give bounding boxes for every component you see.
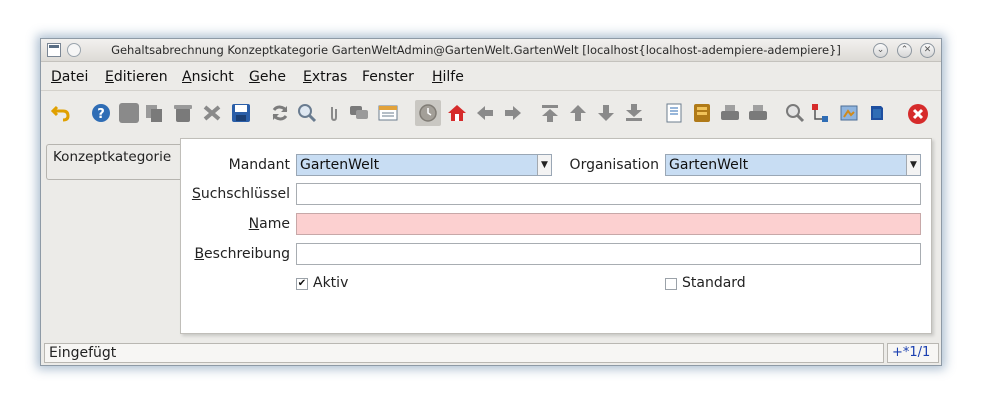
attachment-icon[interactable] bbox=[324, 103, 344, 123]
home-icon[interactable] bbox=[447, 103, 467, 123]
pin-icon[interactable] bbox=[67, 43, 81, 57]
previous-tab-icon[interactable] bbox=[475, 103, 495, 123]
beschreibung-field[interactable] bbox=[296, 243, 921, 265]
history-icon[interactable] bbox=[415, 100, 441, 126]
record-navigation-indicator[interactable]: +*1/1 bbox=[887, 343, 939, 363]
close-button[interactable]: ✕ bbox=[920, 43, 935, 58]
minimize-button[interactable]: ⌄ bbox=[873, 43, 888, 58]
status-message: Eingefügt bbox=[44, 343, 884, 363]
menu-ansicht[interactable]: Ansicht bbox=[182, 69, 234, 85]
last-record-icon[interactable] bbox=[624, 103, 644, 123]
menu-fenster[interactable]: Fenster bbox=[362, 69, 414, 85]
first-record-icon[interactable] bbox=[540, 103, 560, 123]
exit-icon[interactable] bbox=[907, 103, 928, 124]
archive-icon[interactable] bbox=[692, 103, 712, 123]
menu-bar: Datei Editieren Ansicht Gehe Extras Fens… bbox=[41, 63, 941, 91]
standard-checkbox[interactable] bbox=[665, 278, 677, 290]
mandant-label: Mandant bbox=[228, 157, 290, 173]
menu-hilfe[interactable]: Hilfe bbox=[432, 69, 464, 85]
menu-editieren[interactable]: Editieren bbox=[105, 69, 168, 85]
name-label: Name bbox=[248, 216, 290, 232]
workflow-icon[interactable] bbox=[811, 103, 831, 123]
mandant-select[interactable]: GartenWelt ▼ bbox=[296, 154, 552, 176]
standard-label[interactable]: Standard bbox=[682, 275, 746, 291]
beschreibung-label: Beschreibung bbox=[194, 246, 290, 262]
window-title: Gehaltsabrechnung Konzeptkategorie Garte… bbox=[111, 43, 841, 57]
delete-selection-icon[interactable] bbox=[202, 103, 222, 123]
next-tab-icon[interactable] bbox=[503, 103, 523, 123]
detail-panel: Mandant GartenWelt ▼ Organisation Garten… bbox=[180, 138, 932, 334]
aktiv-label[interactable]: Aktiv bbox=[313, 275, 348, 291]
menu-extras[interactable]: Extras bbox=[303, 69, 347, 85]
organisation-value: GartenWelt bbox=[669, 157, 749, 173]
menu-datei[interactable]: Datei bbox=[51, 69, 88, 85]
chat-icon[interactable] bbox=[349, 103, 369, 123]
toolbar: ? bbox=[41, 92, 941, 136]
help-icon[interactable]: ? bbox=[91, 103, 111, 123]
find-icon[interactable] bbox=[297, 103, 317, 123]
next-record-icon[interactable] bbox=[596, 103, 616, 123]
menu-gehe[interactable]: Gehe bbox=[249, 69, 286, 85]
undo-icon[interactable] bbox=[50, 103, 71, 123]
save-icon[interactable] bbox=[231, 103, 251, 123]
aktiv-checkbox[interactable]: ✔ bbox=[296, 278, 308, 290]
print-icon[interactable] bbox=[748, 103, 768, 123]
info-window-icon[interactable] bbox=[867, 103, 887, 123]
organisation-label: Organisation bbox=[569, 157, 659, 173]
suchschluessel-label: Suchschlüssel bbox=[191, 186, 290, 202]
name-field[interactable] bbox=[296, 213, 921, 235]
title-bar[interactable]: Gehaltsabrechnung Konzeptkategorie Garte… bbox=[41, 39, 941, 62]
mandant-value: GartenWelt bbox=[300, 157, 380, 173]
previous-record-icon[interactable] bbox=[568, 103, 588, 123]
svg-text:?: ? bbox=[97, 107, 105, 122]
report-icon[interactable] bbox=[664, 103, 684, 123]
refresh-icon[interactable] bbox=[270, 103, 290, 123]
suchschluessel-field[interactable] bbox=[296, 183, 921, 205]
application-window: Gehaltsabrechnung Konzeptkategorie Garte… bbox=[40, 38, 942, 366]
copy-record-icon[interactable] bbox=[144, 103, 164, 123]
product-info-icon[interactable] bbox=[839, 103, 859, 123]
window-menu-icon[interactable] bbox=[47, 43, 61, 57]
organisation-select[interactable]: GartenWelt ▼ bbox=[665, 154, 921, 176]
chevron-down-icon[interactable]: ▼ bbox=[906, 155, 920, 175]
delete-icon[interactable] bbox=[173, 103, 193, 123]
new-record-icon[interactable] bbox=[119, 103, 139, 123]
print-preview-icon[interactable] bbox=[720, 103, 740, 123]
maximize-button[interactable]: ⌃ bbox=[897, 43, 912, 58]
grid-toggle-icon[interactable] bbox=[378, 103, 398, 123]
zoom-across-icon[interactable] bbox=[785, 103, 805, 123]
